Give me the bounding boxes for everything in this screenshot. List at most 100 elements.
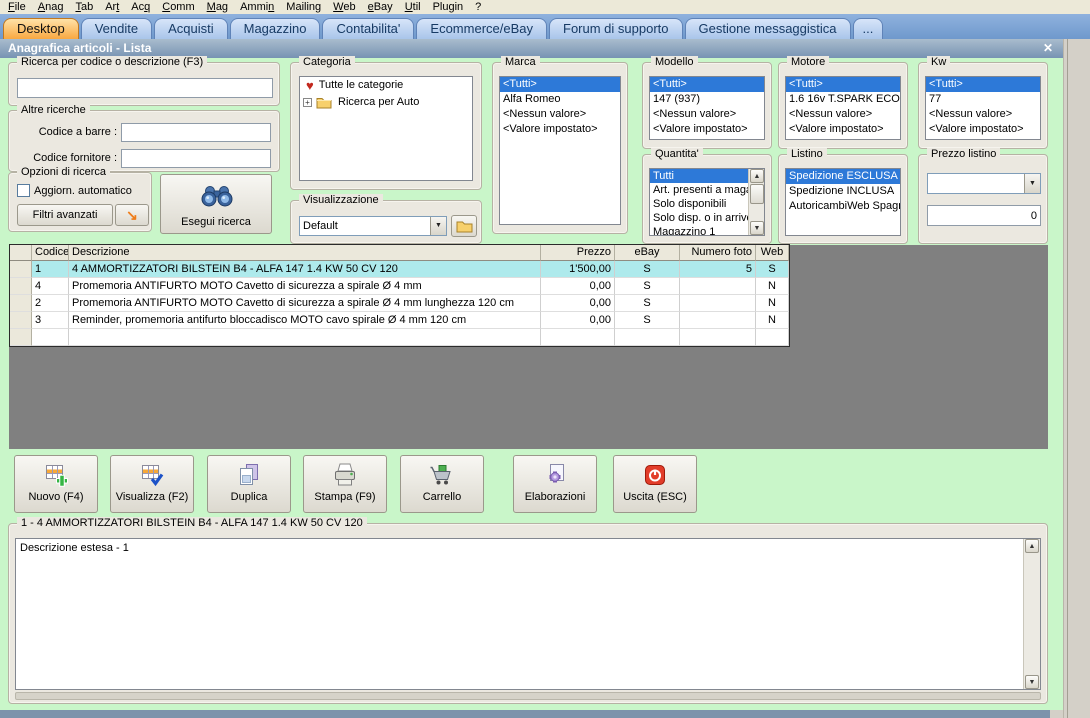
view-button[interactable]: Visualizza (F2) <box>110 455 194 513</box>
extended-description-textarea[interactable]: Descrizione estesa - 1 ▲ ▼ <box>15 538 1041 690</box>
barcode-input[interactable] <box>121 123 271 142</box>
listbox-item[interactable]: 77 <box>926 92 1040 107</box>
tab-gestione-messaggistica[interactable]: Gestione messaggistica <box>684 18 851 39</box>
window-title: Anagrafica articoli - Lista <box>8 41 152 55</box>
code-description-search-input[interactable] <box>17 78 273 98</box>
listbox-item[interactable]: <Valore impostato> <box>786 122 900 137</box>
tab-desktop[interactable]: Desktop <box>3 18 79 39</box>
row-selector[interactable] <box>10 261 32 278</box>
menubar-item-comm[interactable]: Comm <box>156 1 200 14</box>
menubar-item-art[interactable]: Art <box>99 1 125 14</box>
listbox-item[interactable]: <Valore impostato> <box>650 122 764 137</box>
menubar-item-web[interactable]: Web <box>327 1 361 14</box>
table-row[interactable]: 1 4 AMMORTIZZATORI BILSTEIN B4 - ALFA 14… <box>10 261 789 278</box>
listbox-item[interactable]: <Nessun valore> <box>926 107 1040 122</box>
tab-acquisti[interactable]: Acquisti <box>154 18 228 39</box>
header-web[interactable]: Web <box>756 245 789 261</box>
prezzo-listino-amount-input[interactable] <box>927 205 1041 226</box>
listbox-item[interactable]: AutoricambiWeb Spagna <box>786 199 900 214</box>
listbox-item[interactable]: Tutti <box>650 169 748 183</box>
duplicate-button[interactable]: Duplica <box>207 455 291 513</box>
listbox-item[interactable]: Alfa Romeo <box>500 92 620 107</box>
listbox-item[interactable]: <Tutti> <box>786 77 900 92</box>
chevron-down-icon[interactable]: ▼ <box>1024 174 1040 193</box>
quantita-scrollbar[interactable]: ▲ ▼ <box>748 169 764 235</box>
cart-button[interactable]: Carrello <box>400 455 484 513</box>
menubar-item-anag[interactable]: Anag <box>32 1 70 14</box>
menubar-item-tab[interactable]: Tab <box>69 1 99 14</box>
table-row[interactable]: 2 Promemoria ANTIFURTO MOTO Cavetto di s… <box>10 295 789 312</box>
tab-forum-di-supporto[interactable]: Forum di supporto <box>549 18 683 39</box>
supplier-code-input[interactable] <box>121 149 271 168</box>
listbox-item[interactable]: Spedizione ESCLUSA <box>786 169 900 184</box>
listbox-item[interactable]: <Valore impostato> <box>500 122 620 137</box>
header-ebay[interactable]: eBay <box>615 245 680 261</box>
group-marca: Marca <Tutti> Alfa Romeo <Nessun valore>… <box>492 56 628 234</box>
view-select[interactable]: Default ▼ <box>299 216 447 236</box>
listbox-item[interactable]: 147 (937) <box>650 92 764 107</box>
menubar-item-plugin[interactable]: Plugin <box>427 1 470 14</box>
exit-button[interactable]: Uscita (ESC) <box>613 455 697 513</box>
tab-more[interactable]: ... <box>852 18 884 39</box>
menubar-item-util[interactable]: Util <box>399 1 427 14</box>
menubar-item-mag[interactable]: Mag <box>201 1 234 14</box>
table-row[interactable]: 3 Reminder, promemoria antifurto bloccad… <box>10 312 789 329</box>
listbox-item[interactable]: <Tutti> <box>926 77 1040 92</box>
menubar-item-mailing[interactable]: Mailing <box>280 1 327 14</box>
listbox-item[interactable]: Solo disponibili <box>650 197 748 211</box>
listbox-item[interactable]: 1.6 16v T.SPARK ECO <box>786 92 900 107</box>
scrollbar-up-icon[interactable]: ▲ <box>1025 539 1039 553</box>
close-icon[interactable]: ✕ <box>1040 40 1056 56</box>
print-button[interactable]: Stampa (F9) <box>303 455 387 513</box>
listbox-item[interactable]: <Tutti> <box>650 77 764 92</box>
scrollbar-up-icon[interactable]: ▲ <box>750 169 764 183</box>
menubar-item-file[interactable]: File <box>2 1 32 14</box>
listbox-item[interactable]: <Nessun valore> <box>500 107 620 122</box>
group-categoria: Categoria ♥ Tutte le categorie + Ricerca… <box>290 56 482 190</box>
menubar-item-ammin[interactable]: Ammin <box>234 1 280 14</box>
advanced-filters-arrow-button[interactable]: ↘ <box>115 204 149 226</box>
listbox-item[interactable]: Spedizione INCLUSA <box>786 184 900 199</box>
listbox-item[interactable]: Solo disp. o in arrivo <box>650 211 748 225</box>
menubar-item-ebay[interactable]: eBay <box>362 1 399 14</box>
menubar-item-help[interactable]: ? <box>469 1 487 14</box>
run-search-button[interactable]: Esegui ricerca <box>160 174 272 234</box>
menubar-item-acq[interactable]: Acq <box>125 1 156 14</box>
tab-contabilita[interactable]: Contabilita' <box>322 18 415 39</box>
listbox-item[interactable]: Magazzino 1 <box>650 225 748 235</box>
advanced-filters-button[interactable]: Filtri avanzati <box>17 204 113 226</box>
row-selector[interactable] <box>10 295 32 312</box>
header-selector <box>10 245 32 261</box>
scrollbar-thumb[interactable] <box>750 184 764 204</box>
process-button[interactable]: Elaborazioni <box>513 455 597 513</box>
tab-magazzino[interactable]: Magazzino <box>229 18 321 39</box>
auto-update-checkbox[interactable] <box>17 184 30 197</box>
header-numero-foto[interactable]: Numero foto <box>680 245 756 261</box>
tab-ecommerce-ebay[interactable]: Ecommerce/eBay <box>416 18 547 39</box>
menubar: File Anag Tab Art Acq Comm Mag Ammin Mai… <box>0 0 1090 14</box>
tree-item-all-categories[interactable]: ♥ Tutte le categorie <box>300 77 472 94</box>
prezzo-listino-select[interactable]: ▼ <box>927 173 1041 194</box>
table-row[interactable]: 4 Promemoria ANTIFURTO MOTO Cavetto di s… <box>10 278 789 295</box>
scrollbar-down-icon[interactable]: ▼ <box>750 221 764 235</box>
description-scrollbar[interactable]: ▲ ▼ <box>1023 539 1040 689</box>
chevron-down-icon[interactable]: ▼ <box>430 217 446 235</box>
header-codice[interactable]: Codice <box>32 245 69 261</box>
listbox-item[interactable]: <Nessun valore> <box>786 107 900 122</box>
tab-vendite[interactable]: Vendite <box>80 18 153 39</box>
header-prezzo[interactable]: Prezzo <box>541 245 615 261</box>
row-selector[interactable] <box>10 278 32 295</box>
listbox-item[interactable]: Art. presenti a maga <box>650 183 748 197</box>
scrollbar-down-icon[interactable]: ▼ <box>1025 675 1039 689</box>
tree-expander-icon[interactable]: + <box>303 98 312 107</box>
new-button[interactable]: Nuovo (F4) <box>14 455 98 513</box>
description-horizontal-scrollbar[interactable] <box>15 692 1041 700</box>
listbox-item[interactable]: <Valore impostato> <box>926 122 1040 137</box>
row-selector[interactable] <box>10 312 32 329</box>
view-folder-button[interactable] <box>451 215 477 237</box>
listbox-item[interactable]: <Nessun valore> <box>650 107 764 122</box>
listbox-item[interactable]: <Tutti> <box>500 77 620 92</box>
header-descrizione[interactable]: Descrizione <box>69 245 541 261</box>
group-modello: Modello <Tutti> 147 (937) <Nessun valore… <box>642 56 772 149</box>
tree-item-ricerca-per-auto[interactable]: + Ricerca per Auto <box>300 94 472 111</box>
